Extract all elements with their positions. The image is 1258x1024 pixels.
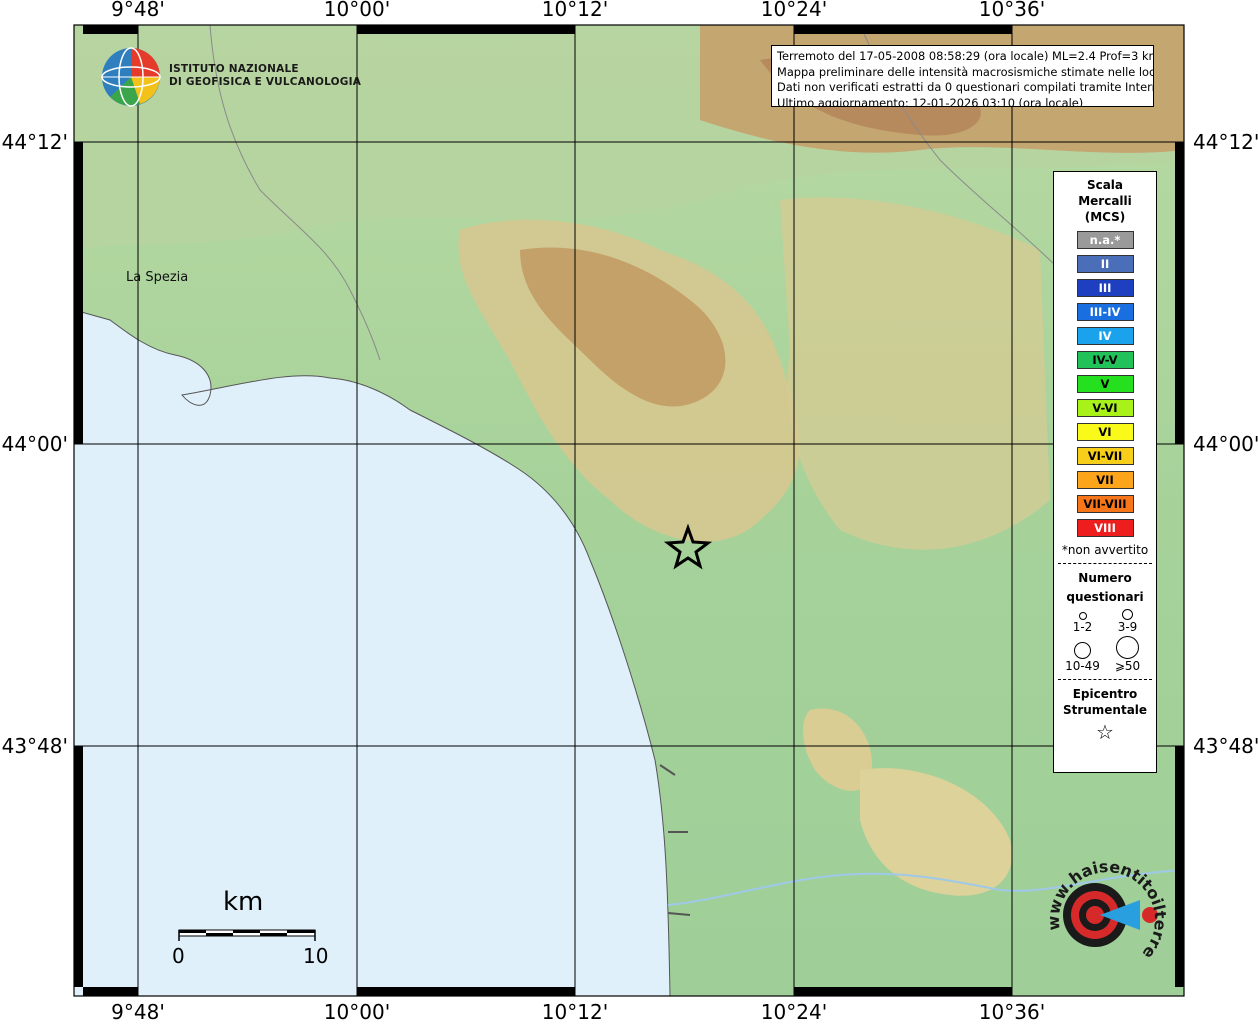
legend-swatch-iii: III (1076, 279, 1134, 297)
q-label: 10-49 (1065, 659, 1100, 673)
place-label-la-spezia: La Spezia (126, 270, 189, 285)
legend-swatch-vi-vii: VI-VII (1076, 447, 1134, 465)
x-tick-label: 10°00' (324, 1000, 390, 1024)
legend-swatch-viii: VIII (1076, 519, 1134, 537)
y-tick-label: 43°48' (1193, 734, 1258, 758)
scalebar-min: 0 (172, 944, 185, 968)
q-label: 1-2 (1072, 620, 1093, 634)
legend-swatch-iv-v: IV-V (1076, 351, 1134, 369)
y-tick-label: 44°12' (2, 130, 68, 154)
star-icon: ☆ (1096, 720, 1114, 744)
q-size-10-49: 10-49 (1060, 636, 1105, 673)
questionnaire-title: Numero (1078, 571, 1132, 585)
x-axis-top: 9°48' 10°00' 10°12' 10°24' 10°36' (111, 0, 1045, 21)
x-tick-label: 10°24' (761, 1000, 827, 1024)
circle-icon (1122, 609, 1133, 620)
ingv-line1: ISTITUTO NAZIONALE (169, 63, 299, 75)
circle-icon (1078, 612, 1087, 620)
scalebar-max: 10 (303, 944, 329, 968)
x-tick-label: 10°36' (979, 1000, 1045, 1024)
ingv-globe-icon (101, 47, 161, 107)
x-tick-label: 10°00' (324, 0, 390, 21)
y-tick-label: 44°00' (1193, 432, 1258, 456)
legend-note: *non avvertito (1061, 543, 1149, 557)
legend-swatch-iii-iv: III-IV (1076, 303, 1134, 321)
intensity-legend: Scala Mercalli (MCS) n.a.* II III III-IV IV I… (1053, 171, 1157, 773)
circle-icon (1074, 642, 1091, 659)
y-tick-label: 44°00' (2, 432, 68, 456)
epicenter-title: Epicentro (1072, 687, 1138, 701)
x-tick-label: 10°12' (542, 0, 608, 21)
q-size-50: ⩾50 (1105, 636, 1150, 673)
event-info-box: Terremoto del 17-05-2008 08:58:29 (ora l… (771, 45, 1154, 107)
y-axis-left: 44°12' 44°00' 43°48' (2, 130, 68, 758)
q-size-1-2: 1-2 (1060, 609, 1105, 634)
legend-swatch-iv: IV (1076, 327, 1134, 345)
info-line-update: Ultimo aggiornamento: 12-01-2026 03:10 (… (777, 95, 1084, 107)
x-tick-label: 10°24' (761, 0, 827, 21)
x-tick-label: 9°48' (111, 0, 165, 21)
q-label: ⩾50 (1114, 659, 1141, 673)
legend-swatch-vii: VII (1076, 471, 1134, 489)
circle-icon (1116, 636, 1139, 659)
info-line-data: Dati non verificati estratti da 0 questi… (777, 80, 1154, 94)
ingv-line2: DI GEOFISICA E VULCANOLOGIA (169, 76, 362, 88)
legend-divider (1058, 563, 1152, 564)
scalebar-unit: km (223, 887, 264, 917)
legend-swatch-v: V (1076, 375, 1134, 393)
x-tick-label: 10°12' (542, 1000, 608, 1024)
legend-swatch-vii-viii: VII-VIII (1076, 495, 1134, 513)
legend-title: Mercalli (1078, 194, 1132, 208)
y-axis-right: 44°12' 44°00' 43°48' (1193, 130, 1258, 758)
x-axis-bottom: 9°48' 10°00' 10°12' 10°24' 10°36' (111, 1000, 1045, 1024)
legend-title: (MCS) (1084, 210, 1126, 224)
q-size-3-9: 3-9 (1105, 609, 1150, 634)
x-tick-label: 10°36' (979, 0, 1045, 21)
x-tick-label: 9°48' (111, 1000, 165, 1024)
legend-swatches: n.a.* II III III-IV IV IV-V V V-VI VI VI-VII VII VI… (1054, 231, 1156, 537)
map-background (74, 25, 1184, 996)
legend-swatch-na: n.a.* (1076, 231, 1134, 249)
legend-swatch-vi: VI (1076, 423, 1134, 441)
east-hills (780, 197, 1050, 550)
info-line-map: Mappa preliminare delle intensità macros… (777, 64, 1154, 79)
y-tick-label: 43°48' (2, 734, 68, 758)
questionnaire-sizes: 1-2 3-9 10-49 ⩾50 (1054, 609, 1156, 673)
legend-swatch-v-vi: V-VI (1076, 399, 1134, 417)
legend-title: Scala (1086, 178, 1124, 192)
info-line-event: Terremoto del 17-05-2008 08:58:29 (ora l… (777, 49, 1154, 63)
y-tick-label: 44°12' (1193, 130, 1258, 154)
legend-swatch-ii: II (1076, 255, 1134, 273)
ingv-logo-text: ISTITUTO NAZIONALE DI GEOFISICA E VULCAN… (169, 63, 361, 89)
legend-divider (1058, 679, 1152, 680)
q-label: 3-9 (1117, 620, 1138, 634)
questionnaire-title: questionari (1066, 590, 1144, 604)
epicenter-title: Strumentale (1062, 703, 1148, 717)
